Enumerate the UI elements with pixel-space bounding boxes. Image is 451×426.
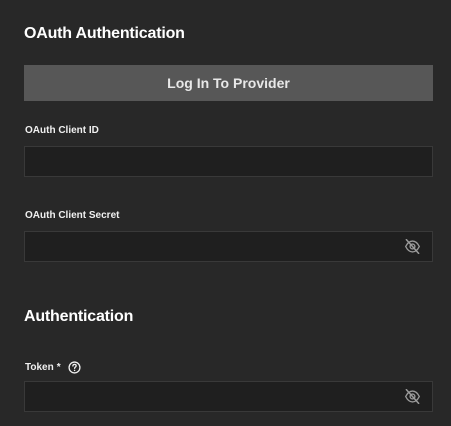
oauth-client-id-input[interactable] [25,147,432,176]
oauth-client-id-label: OAuth Client ID [25,125,99,136]
eye-off-icon[interactable] [404,239,421,254]
token-label-row: Token * [25,361,81,374]
help-circle-icon[interactable] [68,361,81,374]
token-input[interactable] [25,382,432,411]
eye-off-icon[interactable] [404,389,421,404]
authentication-section-title: Authentication [24,308,134,325]
log-in-to-provider-button[interactable]: Log In To Provider [24,65,433,101]
oauth-section-title: OAuth Authentication [24,25,185,42]
token-label: Token [25,362,54,373]
oauth-client-secret-field-container [24,231,433,262]
required-marker: * [56,362,61,373]
oauth-client-secret-input[interactable] [25,232,432,261]
oauth-client-secret-label: OAuth Client Secret [25,210,120,221]
token-field-container [24,381,433,412]
oauth-client-id-field-container [24,146,433,177]
